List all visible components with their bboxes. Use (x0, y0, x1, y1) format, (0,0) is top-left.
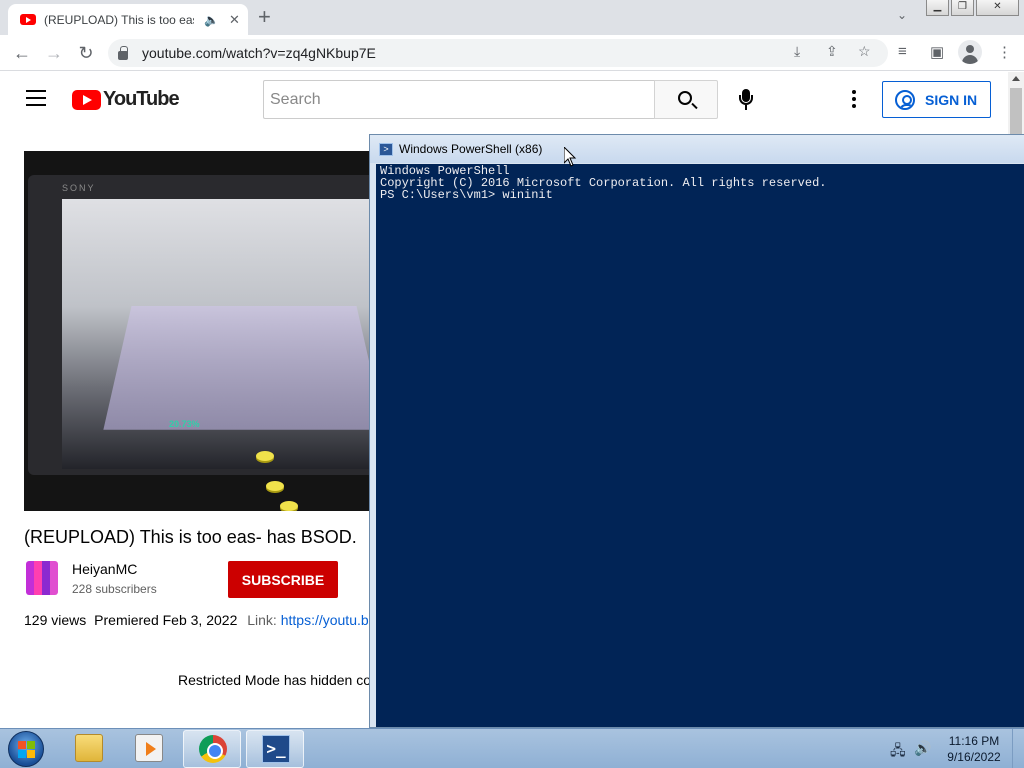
powershell-window-title: Windows PowerShell (x86) (399, 142, 543, 156)
sign-in-button[interactable]: SIGN IN (882, 81, 991, 118)
scroll-up-arrow-icon[interactable] (1012, 76, 1020, 81)
youtube-play-icon (72, 89, 101, 110)
browser-toolbar: ← → ↻ youtube.com/watch?v=zq4gNKbup7E ⤓ … (0, 35, 1024, 71)
account-icon (895, 89, 915, 110)
powershell-window[interactable]: > Windows PowerShell (x86) Windows Power… (369, 134, 1024, 728)
tab-close-icon[interactable]: ✕ (229, 12, 240, 28)
reload-button[interactable]: ↻ (74, 41, 98, 65)
settings-kebab-icon[interactable] (852, 90, 856, 111)
chrome-icon (199, 735, 227, 763)
subscribe-button[interactable]: SUBSCRIBE (228, 561, 338, 598)
minimize-button[interactable]: ▁ (926, 0, 949, 16)
game-score: 20.73% (169, 419, 200, 429)
system-clock[interactable]: 11:16 PM 9/16/2022 (940, 733, 1008, 765)
media-player-icon (135, 734, 163, 762)
sign-in-label: SIGN IN (925, 91, 978, 108)
close-window-button[interactable]: ✕ (976, 0, 1019, 16)
powershell-console[interactable]: Windows PowerShell Copyright (C) 2016 Mic… (376, 164, 1024, 727)
premiere-date: Premiered Feb 3, 2022 (94, 612, 238, 628)
taskbar-file-explorer[interactable] (60, 730, 118, 768)
microphone-icon[interactable] (738, 89, 754, 111)
youtube-logo-text: YouTube (103, 88, 180, 110)
back-button[interactable]: ← (10, 41, 34, 65)
install-app-icon[interactable]: ⤓ (794, 43, 800, 60)
share-icon[interactable]: ⇪ (826, 43, 838, 60)
taskbar-media-player[interactable] (120, 730, 178, 768)
game-note-dot (280, 501, 298, 511)
game-note-dot (266, 481, 284, 491)
lock-icon[interactable] (118, 45, 128, 60)
windows-logo-icon (18, 741, 36, 759)
video-meta: 129 views Premiered Feb 3, 2022 Link: ht… (24, 612, 376, 628)
console-prompt-line: PS C:\Users\vm1> wininit (380, 188, 553, 202)
side-panel-icon[interactable]: ▣ (930, 43, 944, 61)
clock-time: 11:16 PM (948, 734, 1000, 748)
windows-taskbar: >_ 🖧 🔊 11:16 PM 9/16/2022 (0, 728, 1024, 768)
powershell-titlebar[interactable]: > Windows PowerShell (x86) (370, 135, 1024, 163)
browser-tabstrip: (REUPLOAD) This is too eas- 🔈 ✕ + ⌄ ▁ ❐ … (0, 0, 1024, 35)
video-title: (REUPLOAD) This is too eas- has BSOD. (24, 527, 357, 547)
network-icon[interactable]: 🖧 (890, 740, 906, 764)
channel-avatar[interactable] (26, 561, 58, 595)
search-box (263, 80, 655, 119)
hamburger-menu-icon[interactable] (26, 90, 46, 106)
powershell-icon: >_ (262, 735, 290, 763)
video-frame-brand: SONY (62, 183, 96, 193)
start-button[interactable] (8, 731, 44, 767)
new-tab-button[interactable]: + (258, 6, 271, 28)
profile-avatar-icon[interactable] (958, 40, 982, 64)
address-url[interactable]: youtube.com/watch?v=zq4gNKbup7E (142, 45, 376, 61)
speaker-icon[interactable]: 🔈 (204, 13, 219, 27)
tab-search-icon[interactable]: ⌄ (897, 8, 907, 22)
youtube-favicon-icon (20, 14, 36, 25)
youtube-logo[interactable]: YouTube (72, 88, 180, 111)
forward-button[interactable]: → (42, 41, 66, 65)
clock-date: 9/16/2022 (947, 750, 1001, 764)
video-frame-game-stage (103, 306, 370, 430)
subscriber-count: 228 subscribers (72, 582, 157, 596)
taskbar-google-chrome[interactable] (183, 730, 241, 768)
restore-button[interactable]: ❐ (951, 0, 974, 16)
description-link[interactable]: https://youtu.be (281, 612, 377, 628)
youtube-header: YouTube SIGN IN (0, 72, 1008, 128)
search-input[interactable] (270, 90, 655, 109)
media-control-icon[interactable]: ≡ (898, 43, 907, 60)
view-count: 129 views (24, 612, 87, 628)
address-bar[interactable]: youtube.com/watch?v=zq4gNKbup7E (108, 39, 888, 67)
channel-name[interactable]: HeiyanMC (72, 561, 137, 577)
search-button[interactable] (654, 80, 718, 119)
video-player[interactable]: SONY 20.73% (24, 151, 370, 511)
taskbar-windows-powershell[interactable]: >_ (246, 730, 304, 768)
game-note-dot (256, 451, 274, 461)
bookmark-star-icon[interactable]: ☆ (858, 43, 871, 60)
browser-menu-icon[interactable]: ⋮ (997, 43, 1012, 61)
powershell-icon: > (379, 142, 393, 156)
window-controls: ▁ ❐ ✕ (926, 0, 1019, 16)
tab-title: (REUPLOAD) This is too eas- (44, 12, 194, 27)
folder-icon (75, 734, 103, 762)
browser-tab-youtube[interactable]: (REUPLOAD) This is too eas- 🔈 ✕ (8, 4, 248, 35)
search-icon (678, 91, 692, 105)
description-link-label: Link: (247, 612, 277, 628)
volume-icon[interactable]: 🔊 (914, 740, 931, 757)
show-desktop-button[interactable] (1012, 729, 1024, 768)
restricted-mode-notice: Restricted Mode has hidden co (178, 672, 371, 688)
